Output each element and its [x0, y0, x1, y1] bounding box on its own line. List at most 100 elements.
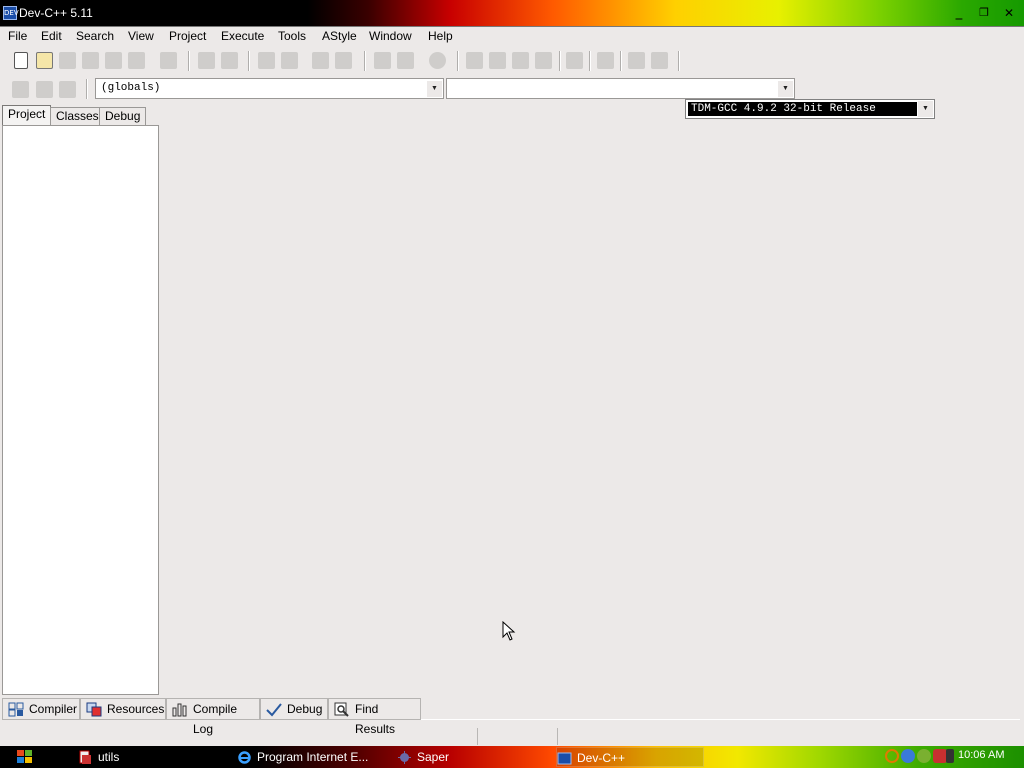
- check-icon: [266, 703, 282, 717]
- redo-icon[interactable]: [221, 52, 238, 69]
- antivirus-tray-icon[interactable]: [917, 749, 931, 763]
- scope-select[interactable]: (globals) ▼: [95, 78, 444, 99]
- taskbar-item-utils[interactable]: utils: [78, 747, 119, 767]
- toolbar-separator: [589, 51, 590, 71]
- tab-project[interactable]: Project: [2, 105, 52, 126]
- close-file-icon[interactable]: [105, 52, 122, 69]
- menu-edit[interactable]: Edit: [41, 29, 62, 43]
- stop-execution-icon[interactable]: [597, 52, 614, 69]
- rebuild-all-icon[interactable]: [535, 52, 552, 69]
- profile-icon[interactable]: [651, 52, 668, 69]
- toolbar-separator: [248, 51, 249, 71]
- compiler-grid-icon: [8, 702, 24, 717]
- window-title: Dev-C++ 5.11: [19, 6, 93, 20]
- menu-file[interactable]: File: [8, 29, 27, 43]
- save-all-icon[interactable]: [82, 52, 99, 69]
- security-tray-icon[interactable]: [933, 749, 947, 763]
- save-icon[interactable]: [59, 52, 76, 69]
- compile-run-icon[interactable]: [512, 52, 529, 69]
- goto-declaration-icon[interactable]: [36, 81, 53, 98]
- tab-debug-output[interactable]: Debug: [260, 698, 328, 720]
- toolbar-separator: [457, 51, 458, 71]
- indent-icon[interactable]: [374, 52, 391, 69]
- tab-debug[interactable]: Debug: [99, 107, 147, 126]
- taskbar-item-utils-label: utils: [98, 750, 120, 764]
- menu-bar: File Edit Search View Project Execute To…: [0, 28, 1024, 46]
- taskbar-item-devcpp[interactable]: Dev-C++: [556, 747, 704, 767]
- bottom-panel-tabs: Compiler Resources Compile Log Debug Fin…: [2, 698, 1020, 736]
- toolbar-separator: [364, 51, 365, 71]
- debug-icon[interactable]: [628, 52, 645, 69]
- goto-definition-icon[interactable]: [59, 81, 76, 98]
- chevron-down-icon[interactable]: ▼: [778, 81, 793, 97]
- chevron-down-icon[interactable]: ▼: [427, 81, 442, 97]
- tab-classes[interactable]: Classes: [50, 107, 105, 126]
- close-all-icon[interactable]: [128, 52, 145, 69]
- tab-resources-label: Resources: [107, 702, 165, 716]
- toggle-comment-icon[interactable]: [429, 52, 446, 69]
- taskbar-clock[interactable]: 10:06 AM: [958, 749, 1004, 761]
- menu-project[interactable]: Project: [169, 29, 206, 43]
- devcpp-icon: [557, 752, 572, 765]
- mouse-cursor-icon: [502, 621, 516, 641]
- taskbar-item-saper[interactable]: Saper: [397, 747, 449, 767]
- start-windows-icon[interactable]: [16, 749, 34, 765]
- taskbar-item-devcpp-label: Dev-C++: [577, 751, 626, 765]
- class-browser-toolbar: (globals) ▼ ▼: [0, 76, 796, 102]
- menu-help[interactable]: Help: [428, 29, 453, 43]
- scope-value: (globals): [101, 82, 161, 94]
- taskbar-item-saper-label: Saper: [417, 750, 450, 764]
- resources-icon: [86, 702, 102, 717]
- menu-search[interactable]: Search: [76, 29, 114, 43]
- restore-button[interactable]: ❐: [975, 5, 993, 21]
- toolbar-separator: [559, 51, 560, 71]
- undo-icon[interactable]: [198, 52, 215, 69]
- print-icon[interactable]: [160, 52, 177, 69]
- main-toolbar: TDM-GCC 4.9.2 32-bit Release ▼: [0, 48, 942, 119]
- new-file-icon[interactable]: [14, 52, 28, 69]
- tab-resources[interactable]: Resources: [80, 698, 166, 720]
- menu-view[interactable]: View: [128, 29, 154, 43]
- menu-tools[interactable]: Tools: [278, 29, 306, 43]
- toolbar-separator: [620, 51, 621, 71]
- project-tree-panel[interactable]: [2, 125, 159, 695]
- function-select[interactable]: ▼: [446, 78, 795, 99]
- compiler-select[interactable]: TDM-GCC 4.9.2 32-bit Release ▼: [685, 99, 935, 119]
- goto-line-icon[interactable]: [312, 52, 329, 69]
- open-file-icon[interactable]: [36, 52, 53, 69]
- close-button[interactable]: ✕: [1000, 5, 1018, 21]
- bar-chart-icon: [172, 703, 187, 717]
- status-cell: [477, 728, 557, 745]
- network-tray-icon[interactable]: [901, 749, 915, 763]
- menu-execute[interactable]: Execute: [221, 29, 264, 43]
- search-tray-icon[interactable]: [885, 749, 899, 763]
- find-icon[interactable]: [258, 52, 275, 69]
- status-bar: [0, 727, 1024, 746]
- taskbar-item-ie[interactable]: Program Internet E...: [237, 747, 368, 767]
- minesweeper-icon: [398, 751, 411, 764]
- toolbar-separator: [86, 79, 87, 99]
- tab-compiler[interactable]: Compiler: [2, 698, 80, 720]
- goto-bookmark-icon[interactable]: [335, 52, 352, 69]
- compile-icon[interactable]: [466, 52, 483, 69]
- tab-find-results[interactable]: Find Results: [328, 698, 421, 736]
- tab-compile-log[interactable]: Compile Log: [166, 698, 260, 736]
- syntax-check-icon[interactable]: [566, 52, 583, 69]
- chevron-down-icon[interactable]: ▼: [918, 101, 933, 117]
- tab-compiler-label: Compiler: [29, 702, 78, 716]
- new-class-icon[interactable]: [12, 81, 29, 98]
- menu-window[interactable]: Window: [369, 29, 412, 43]
- unindent-icon[interactable]: [397, 52, 414, 69]
- internet-explorer-icon: [238, 751, 251, 764]
- taskbar: utils Program Internet E... Saper Dev-C+…: [0, 746, 1024, 768]
- volume-tray-icon[interactable]: [946, 749, 954, 763]
- run-icon[interactable]: [489, 52, 506, 69]
- taskbar-item-ie-label: Program Internet E...: [257, 750, 369, 764]
- menu-astyle[interactable]: AStyle: [322, 29, 357, 43]
- title-bar: DEV Dev-C++ 5.11 ‗ ❐ ✕: [0, 0, 1024, 27]
- magnifier-icon: [334, 702, 349, 717]
- folder-icon: [79, 750, 91, 764]
- replace-icon[interactable]: [281, 52, 298, 69]
- minimize-button[interactable]: ‗: [950, 5, 968, 21]
- compiler-selected-value: TDM-GCC 4.9.2 32-bit Release: [688, 102, 917, 116]
